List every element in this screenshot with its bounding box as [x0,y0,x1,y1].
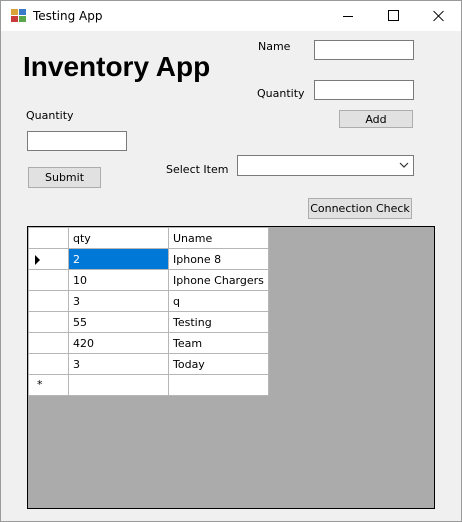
new-row-cell-qty[interactable] [68,374,169,396]
cell-qty[interactable]: 420 [68,332,169,354]
cell-qty[interactable]: 55 [68,311,169,333]
window-title: Testing App [33,9,103,23]
minimize-icon [343,16,353,17]
column-header-uname[interactable]: Uname [168,227,269,249]
cell-qty[interactable]: 3 [68,353,169,375]
row-header[interactable] [28,269,69,291]
page-title: Inventory App [23,51,211,82]
table-row[interactable]: 2 Iphone 8 [28,248,269,270]
cell-uname[interactable]: Iphone Chargers [168,269,269,291]
table-row[interactable]: 3 Today [28,353,269,375]
chevron-down-icon [399,162,409,168]
quantity-input[interactable] [27,131,127,151]
cell-qty[interactable]: 10 [68,269,169,291]
current-row-arrow-icon [35,255,40,265]
new-row-header[interactable]: * [28,374,69,396]
table-row[interactable]: 55 Testing [28,311,269,333]
new-row-marker: * [37,378,43,391]
cell-uname[interactable]: q [168,290,269,312]
column-header-qty[interactable]: qty [68,227,169,249]
maximize-icon [388,10,399,21]
cell-uname[interactable]: Today [168,353,269,375]
column-header-row: qty Uname [28,227,269,249]
title-bar[interactable]: Testing App [1,1,461,31]
cell-qty[interactable]: 3 [68,290,169,312]
main-window: Testing App Inventory App Name Quantity … [0,0,462,522]
cell-qty[interactable]: 2 [68,248,169,270]
connection-check-button[interactable]: Connection Check [308,198,412,219]
row-header[interactable] [28,290,69,312]
table-row[interactable]: 10 Iphone Chargers [28,269,269,291]
close-button[interactable] [415,1,461,31]
select-item-dropdown[interactable] [237,155,414,176]
inventory-data-grid[interactable]: qty Uname 2 Iphone 8 10 Iphone Chargers [27,226,435,509]
cell-uname[interactable]: Iphone 8 [168,248,269,270]
cell-uname[interactable]: Testing [168,311,269,333]
cell-uname[interactable]: Team [168,332,269,354]
name-label: Name [258,40,291,53]
table-row[interactable]: 3 q [28,290,269,312]
winforms-app-icon [11,9,26,22]
name-input[interactable] [314,40,414,60]
row-header[interactable] [28,353,69,375]
row-header[interactable] [28,332,69,354]
row-header[interactable] [28,311,69,333]
select-item-label: Select Item [166,163,229,176]
minimize-button[interactable] [325,1,371,31]
submit-button[interactable]: Submit [28,167,101,188]
new-row[interactable]: * [28,374,269,396]
maximize-button[interactable] [371,1,417,31]
top-quantity-input[interactable] [314,80,414,100]
top-quantity-label: Quantity [257,87,305,100]
add-button[interactable]: Add [339,110,413,128]
new-row-cell-uname[interactable] [168,374,269,396]
data-grid-table: qty Uname 2 Iphone 8 10 Iphone Chargers [28,227,269,396]
corner-header-cell[interactable] [28,227,69,249]
quantity-label: Quantity [26,109,74,122]
row-header-current[interactable] [28,248,69,270]
table-row[interactable]: 420 Team [28,332,269,354]
